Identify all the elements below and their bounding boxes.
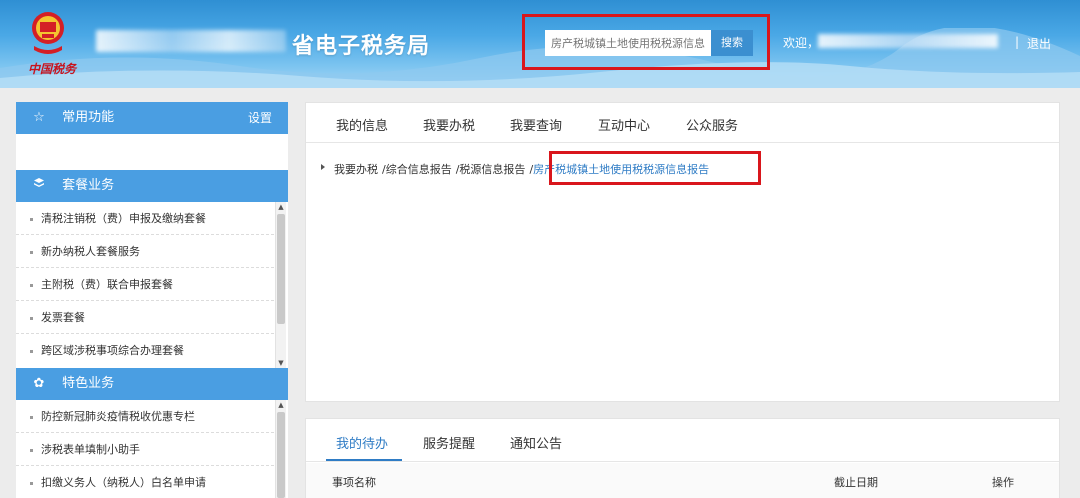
tab-query[interactable]: 我要查询	[510, 115, 562, 134]
bullet-icon	[30, 481, 33, 485]
common-functions-title: 常用功能	[62, 110, 115, 125]
header-separator: |	[1015, 35, 1020, 49]
list-item[interactable]: 清税注销税（费）申报及缴纳套餐	[16, 202, 274, 235]
breadcrumb-item[interactable]: 我要办税	[334, 163, 378, 176]
sidebar: ☆ 常用功能 设置 套餐业务 清税注销税（费）申报及缴纳套餐 新办纳税人套餐服务…	[16, 102, 288, 498]
bullet-icon	[30, 349, 33, 353]
bullet-icon	[30, 250, 33, 254]
clover-icon: ✿	[33, 376, 45, 391]
table-header-bg	[306, 463, 1059, 498]
list-item[interactable]: 扣缴义务人（纳税人）白名单申请	[16, 466, 274, 498]
list-item[interactable]: 主附税（费）联合申报套餐	[16, 268, 274, 301]
tab-interaction[interactable]: 互动中心	[598, 115, 650, 134]
main-nav-tabs: 我的信息 我要办税 我要查询 互动中心 公众服务	[306, 103, 1059, 143]
emblem-caption: 中国税务	[28, 62, 77, 76]
bullet-icon	[30, 448, 33, 452]
package-business-header[interactable]: 套餐业务	[16, 170, 288, 202]
list-item[interactable]: 新办纳税人套餐服务	[16, 235, 274, 268]
bullet-icon	[30, 316, 33, 320]
search-input[interactable]	[545, 30, 713, 56]
common-functions-header: ☆ 常用功能 设置	[16, 102, 288, 134]
breadcrumb-item[interactable]: /综合信息报告	[382, 163, 452, 176]
bullet-icon	[30, 415, 33, 419]
tab-my-info[interactable]: 我的信息	[336, 115, 388, 134]
tab-divider	[306, 461, 1059, 462]
star-icon: ☆	[33, 110, 45, 125]
scroll-down-icon[interactable]: ▼	[276, 358, 286, 368]
special-scrollbar[interactable]: ▲	[275, 400, 286, 498]
tab-service-reminder[interactable]: 服务提醒	[423, 433, 475, 452]
settings-link[interactable]: 设置	[248, 102, 272, 134]
breadcrumb-item[interactable]: /税源信息报告	[456, 163, 526, 176]
site-title: 省电子税务局	[292, 34, 431, 59]
special-business-title: 特色业务	[62, 376, 115, 391]
package-business-list: 清税注销税（费）申报及缴纳套餐 新办纳税人套餐服务 主附税（费）联合申报套餐 发…	[16, 202, 288, 368]
package-scrollbar[interactable]: ▲ ▼	[275, 202, 286, 368]
header-banner: 中国税务 省电子税务局 搜索 欢迎， | 退出	[0, 0, 1080, 88]
welcome-text: 欢迎，	[783, 36, 820, 50]
tab-tax-handling[interactable]: 我要办税	[423, 115, 475, 134]
list-item[interactable]: 发票套餐	[16, 301, 274, 334]
breadcrumb-highlight-box	[549, 151, 761, 185]
scroll-up-icon[interactable]: ▲	[276, 400, 286, 410]
column-header-action: 操作	[992, 476, 1014, 489]
special-business-list: 防控新冠肺炎疫情税收优惠专栏 涉税表单填制小助手 扣缴义务人（纳税人）白名单申请…	[16, 400, 288, 498]
todo-panel: 我的待办 服务提醒 通知公告 事项名称 截止日期 操作	[305, 418, 1060, 498]
search-button[interactable]: 搜索	[711, 30, 753, 56]
list-item[interactable]: 跨区域涉税事项综合办理套餐	[16, 334, 274, 367]
scroll-thumb[interactable]	[277, 214, 285, 324]
scroll-up-icon[interactable]: ▲	[276, 202, 286, 212]
logout-link[interactable]: 退出	[1027, 35, 1051, 52]
breadcrumb-arrow-icon	[321, 164, 325, 170]
common-functions-body	[16, 134, 288, 170]
scroll-thumb[interactable]	[277, 412, 285, 498]
bullet-icon	[30, 283, 33, 287]
list-item[interactable]: 涉税表单填制小助手	[16, 433, 274, 466]
tab-notice[interactable]: 通知公告	[510, 433, 562, 452]
column-header-deadline: 截止日期	[834, 476, 878, 489]
bullet-icon	[30, 217, 33, 221]
tax-emblem-icon	[32, 12, 64, 54]
special-business-header[interactable]: ✿ 特色业务	[16, 368, 288, 400]
blurred-province-name	[96, 30, 286, 52]
tab-my-todo[interactable]: 我的待办	[336, 433, 388, 452]
list-item[interactable]: 防控新冠肺炎疫情税收优惠专栏	[16, 400, 274, 433]
layers-icon	[30, 170, 48, 202]
column-header-item-name: 事项名称	[332, 476, 376, 489]
blurred-username	[818, 34, 998, 48]
package-business-title: 套餐业务	[62, 178, 115, 193]
tab-public-service[interactable]: 公众服务	[686, 115, 738, 134]
main-panel: 我的信息 我要办税 我要查询 互动中心 公众服务 我要办税/综合信息报告/税源信…	[305, 102, 1060, 402]
